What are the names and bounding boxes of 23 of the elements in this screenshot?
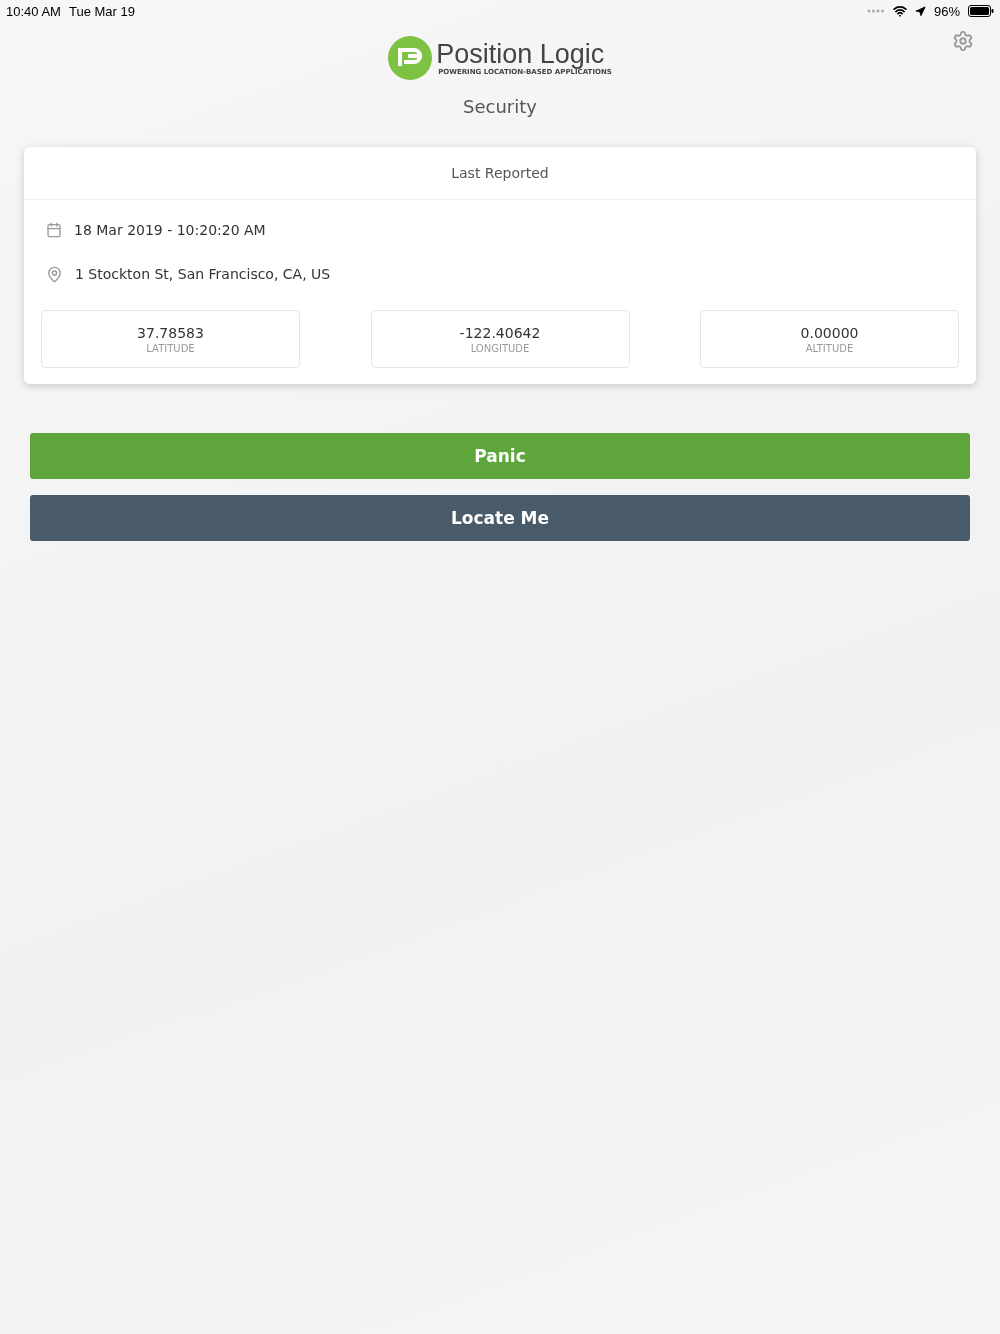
locate-me-button[interactable]: Locate Me bbox=[30, 495, 970, 541]
coordinate-label: LATITUDE bbox=[146, 342, 195, 354]
battery-icon bbox=[968, 5, 994, 17]
status-time: 10:40 AM bbox=[6, 3, 61, 19]
logo-text: Position Logic bbox=[436, 40, 605, 68]
logo-icon bbox=[388, 36, 433, 80]
battery-percent: 96% bbox=[933, 3, 960, 19]
coordinate-value: 37.78583 bbox=[137, 324, 204, 341]
card-title: Last Reported bbox=[451, 165, 549, 181]
status-date: Tue Mar 19 bbox=[68, 3, 135, 19]
wifi-icon bbox=[892, 4, 907, 18]
location-arrow-icon bbox=[914, 5, 926, 17]
coordinate-value: 0.00000 bbox=[800, 324, 859, 341]
location-pin-icon bbox=[46, 265, 63, 283]
calendar-icon bbox=[46, 222, 62, 238]
coordinate-label: LONGITUDE bbox=[470, 342, 530, 354]
coordinate-label: ALTITUDE bbox=[805, 342, 854, 354]
date-time-text: 18 Mar 2019 - 10:20:20 AM bbox=[74, 222, 266, 238]
address-text: 1 Stockton St, San Francisco, CA, US bbox=[75, 266, 331, 282]
coordinate-value: -122.40642 bbox=[459, 324, 541, 341]
signal-icon bbox=[866, 9, 885, 13]
settings-icon[interactable] bbox=[952, 30, 974, 52]
page-title: Security bbox=[463, 96, 537, 117]
